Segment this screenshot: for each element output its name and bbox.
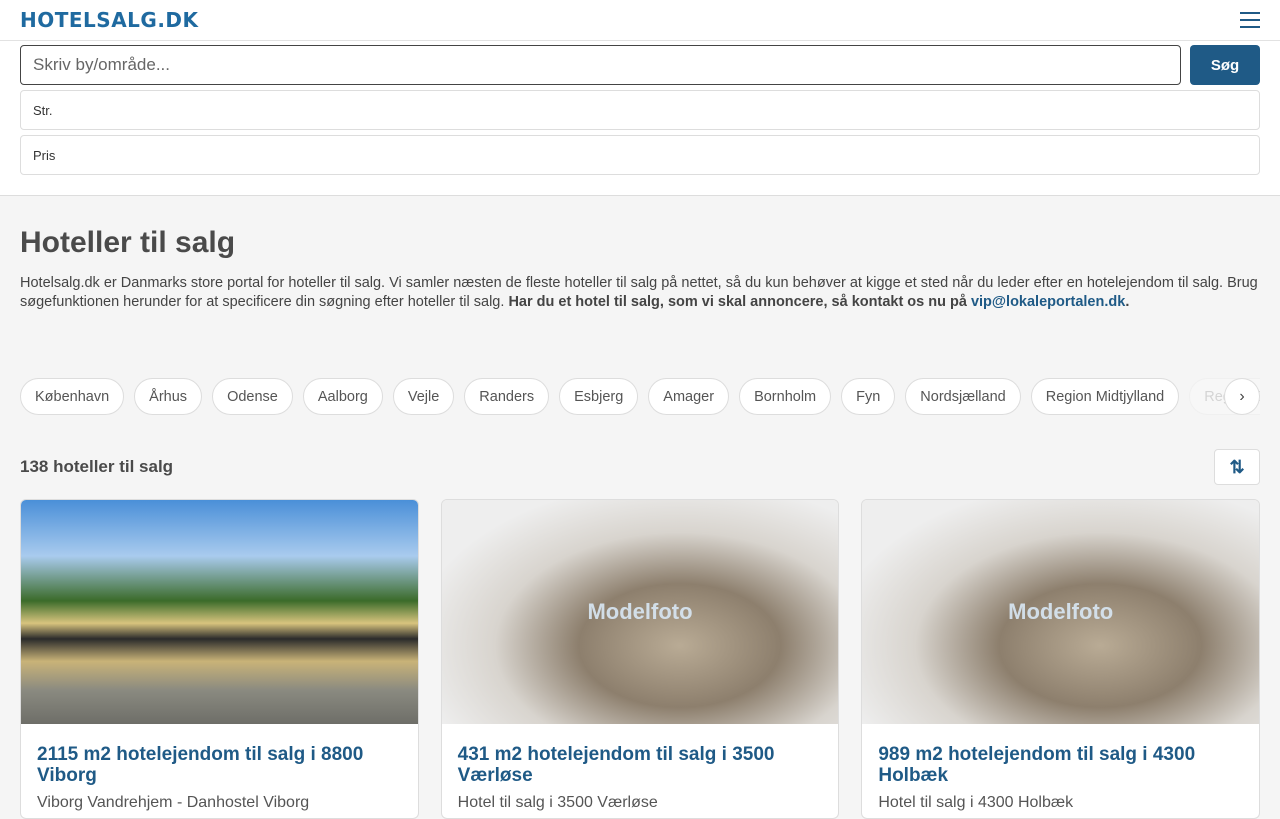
listing-photo[interactable] [21, 500, 418, 724]
size-filter[interactable]: Str. [20, 90, 1260, 130]
listing-subtitle: Hotel til salg i 4300 Holbæk [878, 794, 1074, 811]
listing-grid: 2115 m2 hotelejendom til salg i 8800 Vib… [20, 499, 1261, 819]
listing-subtitle: Viborg Vandrehjem - Danhostel Viborg [37, 794, 310, 811]
model-photo-label: Modelfoto [587, 599, 693, 624]
listing-title[interactable]: 431 m2 hotelejendom til salg i 3500 Værl… [458, 744, 823, 786]
listing-card[interactable]: Modelfoto 431 m2 hotelejendom til salg i… [440, 499, 840, 819]
location-search-input[interactable]: Skriv by/område... [20, 45, 1181, 85]
chip-nordsjaelland[interactable]: Nordsjælland [905, 378, 1021, 415]
results-bar: 138 hoteller til salg ⇅ [20, 449, 1260, 485]
results-count: 138 hoteller til salg [20, 457, 174, 476]
chip-fyn[interactable]: Fyn [841, 378, 896, 415]
intro-text: Hotelsalg.dk er Danmarks store portal fo… [20, 274, 1260, 312]
intro-period: . [1125, 294, 1130, 310]
logo[interactable]: HOTELSALG.DK [20, 8, 199, 32]
listing-photo[interactable]: Modelfoto [862, 500, 1260, 724]
chips-next-button[interactable]: › [1224, 378, 1260, 415]
listing-photo[interactable]: Modelfoto [441, 500, 839, 724]
header: HOTELSALG.DK [0, 0, 1280, 41]
listing-subtitle: Hotel til salg i 3500 Værløse [457, 794, 658, 811]
chip-randers[interactable]: Randers [464, 378, 550, 415]
chip-region-midtjylland[interactable]: Region Midtjylland [1030, 378, 1180, 415]
sort-icon[interactable]: ⇅ [1214, 449, 1260, 485]
chip-aalborg[interactable]: Aalborg [302, 378, 383, 415]
location-chips: København Århus Odense Aalborg Vejle Ran… [20, 378, 1260, 415]
listing-title[interactable]: 2115 m2 hotelejendom til salg i 8800 Vib… [37, 744, 402, 786]
hamburger-menu-icon[interactable] [1240, 12, 1260, 28]
search-panel: Skriv by/område... Søg Str. Pris [0, 41, 1280, 196]
email-link[interactable]: vip@lokaleportalen.dk [971, 294, 1125, 310]
listing-title[interactable]: 989 m2 hotelejendom til salg i 4300 Holb… [878, 744, 1243, 786]
chip-odense[interactable]: Odense [212, 378, 293, 415]
intro-bold: Har du et hotel til salg, som vi skal an… [508, 294, 971, 310]
page-title: Hoteller til salg [20, 226, 236, 259]
price-filter[interactable]: Pris [20, 135, 1260, 175]
model-photo-label: Modelfoto [1008, 599, 1114, 624]
listing-card[interactable]: Modelfoto 989 m2 hotelejendom til salg i… [861, 499, 1261, 819]
chip-vejle[interactable]: Vejle [392, 378, 455, 415]
listing-card[interactable]: 2115 m2 hotelejendom til salg i 8800 Vib… [20, 499, 419, 819]
chip-arhus[interactable]: Århus [134, 378, 203, 415]
chip-esbjerg[interactable]: Esbjerg [559, 378, 639, 415]
chip-kobenhavn[interactable]: København [20, 378, 125, 415]
chip-bornholm[interactable]: Bornholm [739, 378, 832, 415]
search-button[interactable]: Søg [1190, 45, 1260, 85]
chip-amager[interactable]: Amager [648, 378, 730, 415]
